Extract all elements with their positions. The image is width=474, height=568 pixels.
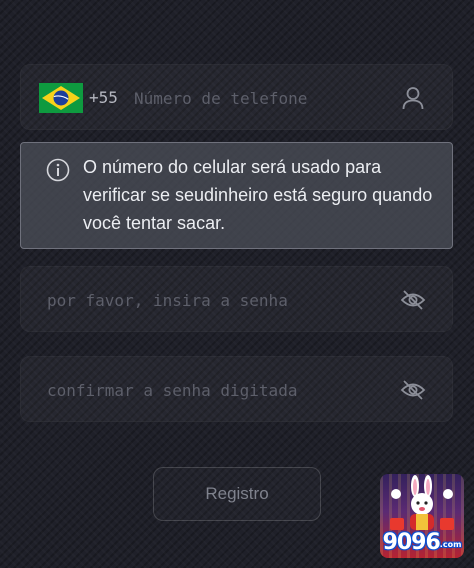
eye-off-icon[interactable] [400, 378, 426, 402]
tooltip-text: O número do celular será usado para veri… [83, 157, 433, 233]
eye-off-icon[interactable] [400, 288, 426, 312]
info-icon [46, 158, 70, 182]
rabbit-mascot-icon [390, 475, 454, 530]
promo-badge[interactable]: 9096.com [380, 474, 464, 558]
confirm-password-input[interactable] [47, 377, 387, 403]
phone-input[interactable] [134, 85, 384, 111]
country-code[interactable]: +55 [89, 88, 118, 107]
register-button[interactable]: Registro [153, 467, 321, 521]
phone-field[interactable]: +55 [20, 64, 453, 130]
user-icon [400, 86, 426, 110]
phone-info-tooltip: O número do celular será usado para veri… [20, 142, 453, 249]
brazil-flag-icon[interactable] [39, 83, 83, 113]
confirm-password-field[interactable] [20, 356, 453, 422]
promo-logo: 9096.com [382, 530, 462, 555]
password-input[interactable] [47, 287, 387, 313]
password-field[interactable] [20, 266, 453, 332]
